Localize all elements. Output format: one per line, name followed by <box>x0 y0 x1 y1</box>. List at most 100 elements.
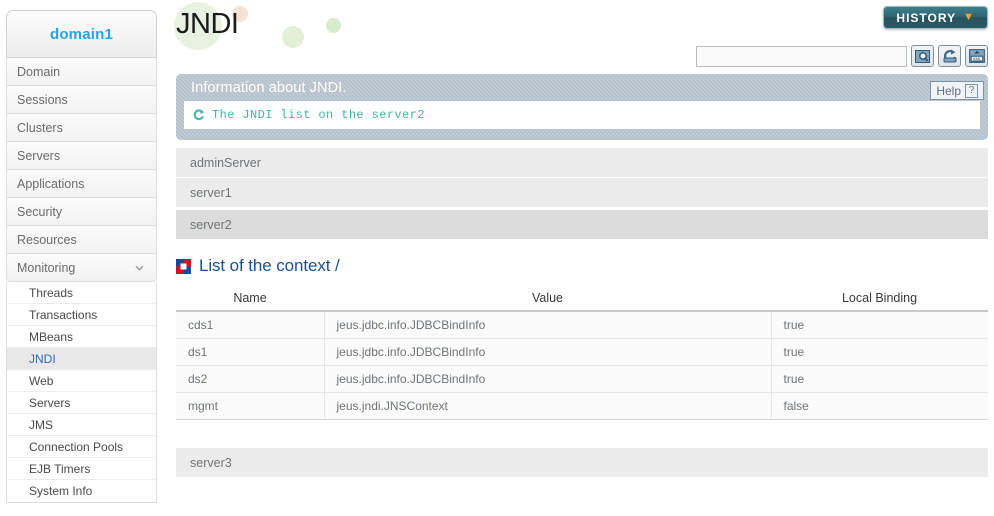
table-column-header[interactable]: Local Binding <box>771 285 988 312</box>
sidebar-item-label: Sessions <box>17 92 68 107</box>
search-toolbar: XML <box>696 45 988 67</box>
information-panel-body: The JNDI list on the server2 <box>184 101 980 129</box>
sidebar-subitem-ejb-timers[interactable]: EJB Timers <box>7 458 156 480</box>
sidebar-subitem-servers[interactable]: Servers <box>7 392 156 414</box>
information-panel: Information about JNDI. The JNDI list on… <box>176 74 988 140</box>
sidebar-subitem-label: Connection Pools <box>29 439 124 454</box>
sidebar-item-label: Monitoring <box>17 260 76 275</box>
sidebar-subitem-label: EJB Timers <box>29 461 91 476</box>
sidebar-subitem-label: Web <box>29 373 54 388</box>
xml-export-button[interactable]: XML <box>965 45 988 67</box>
table-cell-value: jeus.jdbc.info.JDBCBindInfo <box>324 338 772 366</box>
page-title: JNDI <box>176 8 239 40</box>
sidebar-item-servers[interactable]: Servers <box>6 142 157 170</box>
decorative-circle-icon <box>326 18 341 33</box>
sidebar-item-security[interactable]: Security <box>6 198 157 226</box>
chevron-down-icon: ▼ <box>963 11 975 23</box>
sidebar-subitem-label: JMS <box>29 417 53 432</box>
table-row[interactable]: mgmt jeus.jndi.JNSContext false <box>176 392 988 420</box>
sidebar-subitem-threads[interactable]: Threads <box>7 282 156 304</box>
question-mark-icon: ? <box>965 83 978 98</box>
sidebar-item-label: Resources <box>17 232 77 247</box>
table-cell-name: mgmt <box>176 392 325 420</box>
sidebar-item-label: Clusters <box>17 120 63 135</box>
history-button[interactable]: HISTORY ▼ <box>883 6 988 29</box>
sidebar-subitem-label: System Info <box>29 484 93 498</box>
decorative-circle-icon <box>282 26 304 48</box>
sidebar-item-label: Applications <box>17 176 85 191</box>
application-window: domain1 Domain Sessions Clusters Servers App… <box>0 0 994 516</box>
xml-export-icon: XML <box>968 49 985 63</box>
sidebar-item-label: Servers <box>17 148 61 163</box>
sidebar-subitem-label: MBeans <box>29 329 74 344</box>
sidebar-subitem-mbeans[interactable]: MBeans <box>7 326 156 348</box>
svg-text:XML: XML <box>972 56 981 61</box>
sidebar-item-label: Domain <box>17 64 61 79</box>
page-title-zone: JNDI <box>170 0 994 50</box>
sidebar-item-domain[interactable]: Domain <box>6 58 157 86</box>
sidebar-monitoring-submenu: Threads Transactions MBeans JNDI Web Servers J… <box>6 282 157 503</box>
context-heading: List of the context / <box>176 256 340 276</box>
server-row-adminServer[interactable]: adminServer <box>176 148 988 178</box>
server-row-label: server2 <box>190 217 232 232</box>
sidebar-main-nav: Domain Sessions Clusters Servers Application… <box>6 58 157 282</box>
domain-label: domain1 <box>49 25 114 43</box>
jndi-bindings-table: Name Value Local Binding cds1 jeus.jdbc.inf… <box>176 285 988 420</box>
main-content: JNDI HISTORY ▼ XML Information about JND… <box>170 0 994 516</box>
sidebar-item-label: Security <box>17 204 63 219</box>
search-button[interactable] <box>911 45 934 67</box>
sidebar-item-applications[interactable]: Applications <box>6 170 157 198</box>
table-column-header[interactable]: Name <box>176 285 324 312</box>
sidebar-item-resources[interactable]: Resources <box>6 226 157 254</box>
table-cell-local-binding: true <box>771 311 988 339</box>
sidebar-item-sessions[interactable]: Sessions <box>6 86 157 114</box>
search-input[interactable] <box>696 45 907 67</box>
information-panel-title: Information about JNDI. <box>191 80 347 96</box>
app-logo-icon <box>176 258 191 274</box>
chevron-down-icon <box>135 263 144 272</box>
table-cell-value: jeus.jndi.JNSContext <box>324 392 772 420</box>
sidebar-subitem-label: Transactions <box>29 307 98 322</box>
server-row-label: server3 <box>190 455 232 470</box>
sidebar-subitem-jndi[interactable]: JNDI <box>7 348 156 370</box>
server-row-server2[interactable]: server2 <box>176 210 988 240</box>
history-button-label: HISTORY <box>896 10 957 25</box>
table-cell-local-binding: true <box>771 338 988 366</box>
table-body: cds1 jeus.jdbc.info.JDBCBindInfo true ds1 je… <box>176 311 988 420</box>
server-row-server1[interactable]: server1 <box>176 178 988 208</box>
help-button[interactable]: Help ? <box>930 81 984 100</box>
server-row-server3[interactable]: server3 <box>176 448 988 478</box>
sidebar-item-monitoring[interactable]: Monitoring <box>6 254 157 282</box>
help-button-label: Help <box>936 83 961 98</box>
sidebar-subitem-jms[interactable]: JMS <box>7 414 156 436</box>
sidebar: domain1 Domain Sessions Clusters Servers App… <box>6 10 157 516</box>
server-row-label: server1 <box>190 185 232 200</box>
table-cell-local-binding: false <box>771 392 988 420</box>
sidebar-subitem-connection-pools[interactable]: Connection Pools <box>7 436 156 458</box>
table-cell-name: ds2 <box>176 365 325 393</box>
information-message: The JNDI list on the server2 <box>212 108 425 122</box>
table-row[interactable]: ds1 jeus.jdbc.info.JDBCBindInfo true <box>176 338 988 366</box>
table-cell-name: ds1 <box>176 338 325 366</box>
refresh-icon <box>943 49 956 63</box>
sidebar-subitem-web[interactable]: Web <box>7 370 156 392</box>
table-cell-local-binding: true <box>771 365 988 393</box>
table-row[interactable]: cds1 jeus.jdbc.info.JDBCBindInfo true <box>176 311 988 339</box>
sidebar-subitem-label: Threads <box>29 285 74 300</box>
server-row-label: adminServer <box>190 155 261 170</box>
table-row[interactable]: ds2 jeus.jdbc.info.JDBCBindInfo true <box>176 365 988 393</box>
table-cell-value: jeus.jdbc.info.JDBCBindInfo <box>324 365 772 393</box>
table-header-row: Name Value Local Binding <box>176 285 988 312</box>
sidebar-subitem-label: JNDI <box>29 351 56 366</box>
sidebar-item-clusters[interactable]: Clusters <box>6 114 157 142</box>
search-icon <box>915 49 930 63</box>
table-cell-value: jeus.jdbc.info.JDBCBindInfo <box>324 311 772 339</box>
context-heading-label: List of the context / <box>199 256 340 275</box>
refresh-icon <box>193 109 205 121</box>
sidebar-subitem-transactions[interactable]: Transactions <box>7 304 156 326</box>
refresh-button[interactable] <box>938 45 961 67</box>
domain-selector[interactable]: domain1 <box>6 10 157 58</box>
table-column-header[interactable]: Value <box>324 285 771 312</box>
table-cell-name: cds1 <box>176 311 325 339</box>
sidebar-subitem-system-info[interactable]: System Info <box>7 480 156 502</box>
